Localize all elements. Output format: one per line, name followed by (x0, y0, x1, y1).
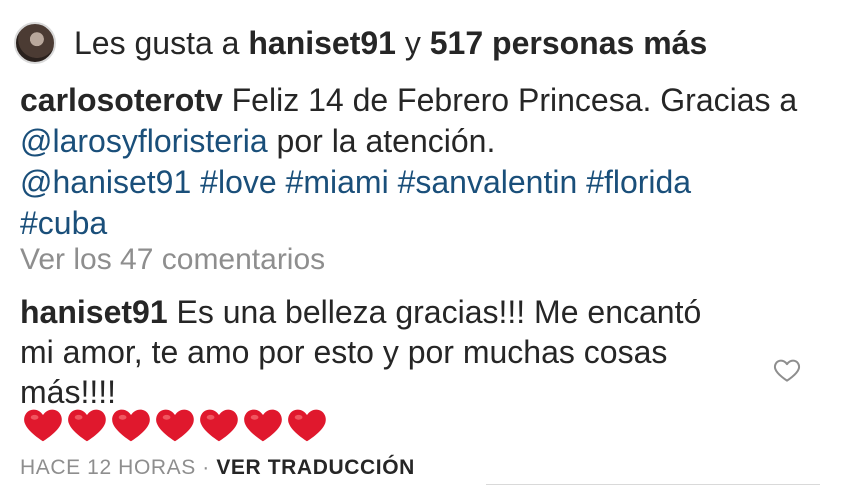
comment: haniset91 Es una belleza gracias!!! Me e… (20, 292, 740, 412)
mention-link[interactable]: @larosyfloristeria (20, 123, 268, 159)
likes-prefix: Les gusta a (74, 24, 249, 61)
liked-by-user-link[interactable]: haniset91 (248, 25, 396, 61)
heart-emoji-icon (68, 409, 106, 442)
hashtag-link[interactable]: #sanvalentin (398, 164, 578, 200)
comment-meta: HACE 12 HORAS · VER TRADUCCIÓN (20, 456, 415, 480)
heart-emoji-icon (156, 409, 194, 442)
see-translation-link[interactable]: VER TRADUCCIÓN (216, 456, 415, 479)
post-caption: carlosoterotv Feliz 14 de Febrero Prince… (20, 80, 820, 244)
avatar[interactable] (14, 22, 56, 64)
view-all-comments-link[interactable]: Ver los 47 comentarios (20, 243, 325, 277)
heart-emoji-icon (112, 409, 150, 442)
caption-text-1: Feliz 14 de Febrero Princesa. Gracias a (222, 82, 798, 118)
comment-author-link[interactable]: haniset91 (20, 294, 168, 330)
mention-link[interactable]: @haniset91 (20, 164, 191, 200)
likes-conjunction: y (395, 24, 430, 61)
caption-author-link[interactable]: carlosoterotv (20, 82, 223, 118)
divider (486, 484, 820, 485)
heart-outline-icon[interactable] (772, 355, 802, 385)
likes-count-link[interactable]: 517 personas más (430, 25, 708, 61)
caption-text-2: por la atención. (267, 123, 496, 159)
likes-row: Les gusta a haniset91 y 517 personas más (14, 18, 707, 68)
heart-emoji-icon (288, 409, 326, 442)
heart-emoji-icon (200, 409, 238, 442)
heart-emoji-icon (244, 409, 282, 442)
hashtag-link[interactable]: #love (200, 164, 277, 200)
meta-separator: · (195, 456, 217, 479)
timestamp: HACE 12 HORAS (20, 456, 196, 479)
hashtag-link[interactable]: #cuba (20, 205, 107, 241)
comment-emoji (22, 404, 328, 450)
hashtag-link[interactable]: #florida (586, 164, 691, 200)
hashtag-link[interactable]: #miami (286, 164, 389, 200)
likes-text: Les gusta a haniset91 y 517 personas más (74, 25, 707, 62)
heart-emoji-icon (24, 409, 62, 442)
